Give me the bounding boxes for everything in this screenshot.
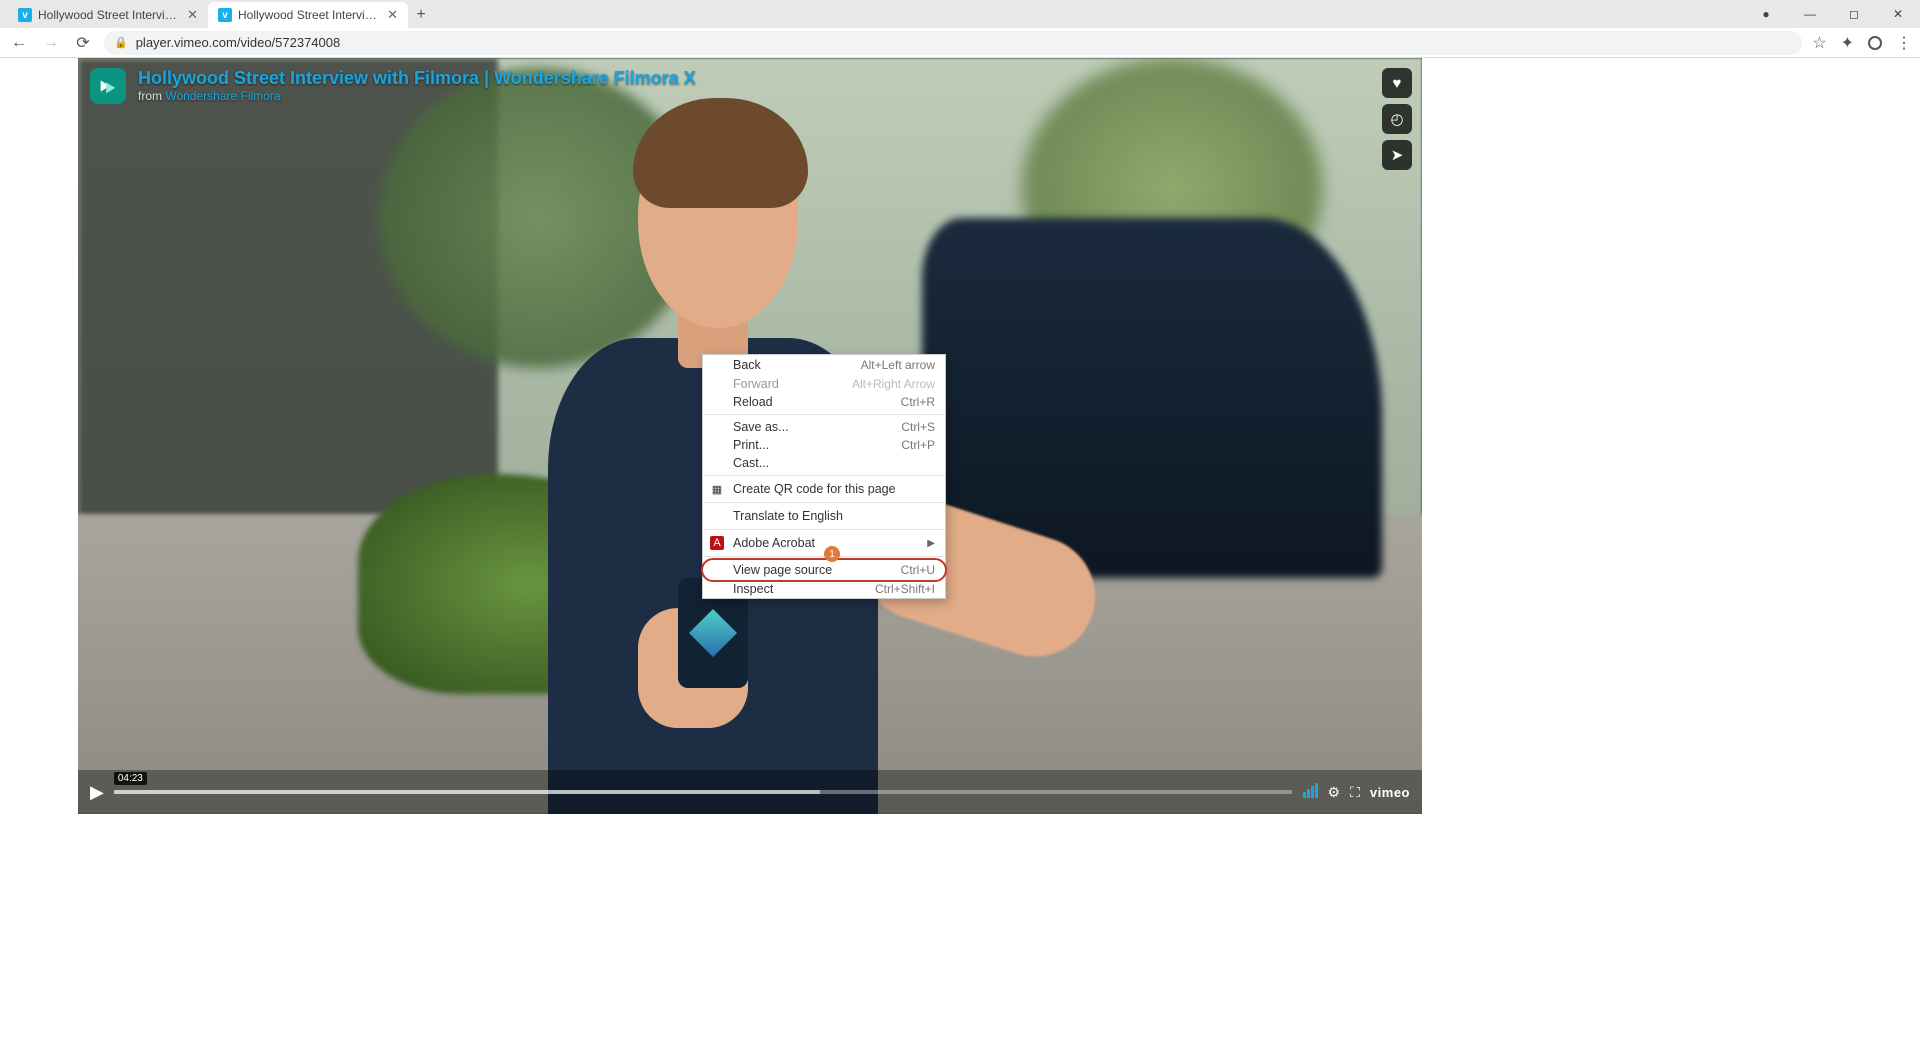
- heart-icon: ♥: [1393, 75, 1402, 92]
- from-label: from: [138, 89, 165, 103]
- page-content: Hollywood Street Interview with Filmora …: [0, 58, 1920, 1040]
- ctx-shortcut: Ctrl+R: [901, 395, 935, 409]
- browser-tabstrip: v Hollywood Street Interview with F ✕ v …: [0, 0, 1920, 28]
- like-button[interactable]: ♥: [1382, 68, 1412, 98]
- ctx-separator: [703, 475, 945, 476]
- video-side-actions: ♥ ◴ ➤: [1382, 68, 1412, 170]
- recording-indicator-icon[interactable]: ●: [1744, 0, 1788, 28]
- close-window-button[interactable]: ✕: [1876, 0, 1920, 28]
- ctx-shortcut: Ctrl+P: [901, 438, 935, 452]
- ctx-label: Forward: [733, 377, 779, 391]
- clock-icon: ◴: [1390, 110, 1403, 128]
- video-author-link[interactable]: Wondershare Filmora: [165, 89, 280, 103]
- tab-title: Hollywood Street Interview with F: [38, 8, 181, 22]
- ctx-label: Reload: [733, 395, 773, 409]
- close-icon[interactable]: ✕: [387, 7, 398, 23]
- ctx-label: View page source: [733, 563, 832, 577]
- vimeo-logo[interactable]: vimeo: [1370, 785, 1410, 800]
- ctx-label: Back: [733, 358, 761, 372]
- ctx-label: Save as...: [733, 420, 789, 434]
- video-author-line: from Wondershare Filmora: [138, 89, 696, 103]
- video-title-overlay: Hollywood Street Interview with Filmora …: [90, 68, 696, 104]
- ctx-translate[interactable]: Translate to English: [703, 506, 945, 526]
- back-button[interactable]: ←: [8, 32, 30, 54]
- ctx-separator: [703, 502, 945, 503]
- browser-navbar: ← → ⟳ 🔒 player.vimeo.com/video/572374008…: [0, 28, 1920, 58]
- window-controls: ● — ◻ ✕: [1744, 0, 1920, 28]
- time-tooltip: 04:23: [114, 772, 147, 785]
- extensions-icon[interactable]: ✦: [1841, 33, 1854, 53]
- ctx-shortcut: Ctrl+S: [901, 420, 935, 434]
- kebab-menu-icon[interactable]: ⋮: [1896, 33, 1912, 53]
- ctx-label: Cast...: [733, 456, 769, 470]
- bookmark-star-icon[interactable]: ☆: [1812, 33, 1826, 53]
- lock-icon: 🔒: [114, 36, 128, 49]
- share-button[interactable]: ➤: [1382, 140, 1412, 170]
- address-bar[interactable]: 🔒 player.vimeo.com/video/572374008: [104, 31, 1802, 55]
- share-icon: ➤: [1391, 146, 1404, 164]
- ctx-inspect[interactable]: Inspect Ctrl+Shift+I: [703, 580, 945, 598]
- submenu-arrow-icon: ▶: [927, 538, 935, 549]
- fullscreen-icon[interactable]: ⛶: [1350, 784, 1360, 801]
- ctx-cast[interactable]: Cast...: [703, 454, 945, 472]
- ctx-label: Translate to English: [733, 509, 843, 523]
- ctx-back[interactable]: Back Alt+Left arrow: [703, 355, 945, 375]
- volume-bars-icon[interactable]: [1302, 783, 1318, 801]
- forward-button[interactable]: →: [40, 32, 62, 54]
- browser-tab[interactable]: v Hollywood Street Interview with F ✕: [208, 2, 408, 28]
- ctx-reload[interactable]: Reload Ctrl+R: [703, 393, 945, 411]
- seek-bar[interactable]: 04:23: [114, 790, 1292, 794]
- ctx-shortcut: Ctrl+U: [901, 563, 935, 577]
- context-menu: Back Alt+Left arrow Forward Alt+Right Ar…: [702, 354, 946, 599]
- qr-code-icon: ▦: [710, 482, 724, 496]
- ctx-separator: [703, 529, 945, 530]
- minimize-button[interactable]: —: [1788, 0, 1832, 28]
- maximize-button[interactable]: ◻: [1832, 0, 1876, 28]
- play-icon: ▶: [90, 782, 104, 802]
- ctx-forward: Forward Alt+Right Arrow: [703, 375, 945, 393]
- ctx-view-page-source[interactable]: View page source Ctrl+U: [703, 560, 945, 580]
- ctx-label: Adobe Acrobat: [733, 536, 815, 550]
- vimeo-favicon-icon: v: [218, 8, 232, 22]
- new-tab-button[interactable]: +: [408, 2, 434, 28]
- annotation-step-badge: 1: [824, 546, 840, 562]
- video-controls: ▶ 04:23 ⚙ ⛶ vimeo: [78, 770, 1422, 814]
- url-text: player.vimeo.com/video/572374008: [136, 35, 341, 50]
- ctx-label: Inspect: [733, 582, 773, 596]
- ctx-shortcut: Alt+Right Arrow: [852, 377, 935, 391]
- profile-avatar-icon[interactable]: [1868, 36, 1882, 50]
- browser-tab[interactable]: v Hollywood Street Interview with F ✕: [8, 2, 208, 28]
- tab-title: Hollywood Street Interview with F: [238, 8, 381, 22]
- filmora-logo-icon[interactable]: [90, 68, 126, 104]
- buffer-progress: [114, 790, 821, 794]
- reload-button[interactable]: ⟳: [72, 32, 94, 54]
- close-icon[interactable]: ✕: [187, 7, 198, 23]
- ctx-label: Print...: [733, 438, 769, 452]
- video-title[interactable]: Hollywood Street Interview with Filmora …: [138, 68, 696, 89]
- ctx-print[interactable]: Print... Ctrl+P: [703, 436, 945, 454]
- ctx-label: Create QR code for this page: [733, 482, 896, 496]
- watch-later-button[interactable]: ◴: [1382, 104, 1412, 134]
- ctx-separator: [703, 414, 945, 415]
- ctx-save-as[interactable]: Save as... Ctrl+S: [703, 418, 945, 436]
- play-button[interactable]: ▶: [90, 782, 104, 803]
- ctx-shortcut: Alt+Left arrow: [861, 358, 935, 372]
- settings-gear-icon[interactable]: ⚙: [1328, 784, 1341, 801]
- vimeo-favicon-icon: v: [18, 8, 32, 22]
- ctx-create-qr[interactable]: ▦ Create QR code for this page: [703, 479, 945, 499]
- acrobat-icon: A: [710, 536, 724, 550]
- ctx-shortcut: Ctrl+Shift+I: [875, 582, 935, 596]
